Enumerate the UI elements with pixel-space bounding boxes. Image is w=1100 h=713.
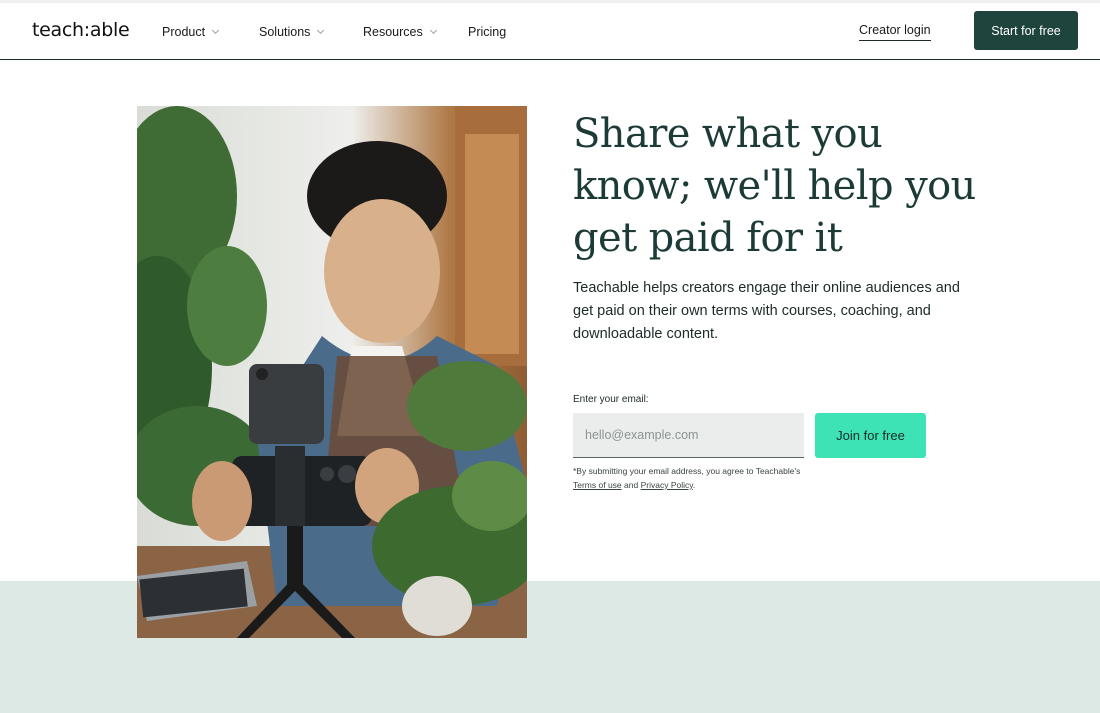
disclaimer-suffix: . — [692, 480, 696, 490]
disclaimer-and: and — [624, 480, 639, 490]
nav-pricing[interactable]: Pricing — [468, 25, 506, 39]
email-disclaimer: *By submitting your email address, you a… — [573, 464, 803, 492]
chevron-down-icon — [212, 26, 220, 34]
email-input[interactable] — [573, 413, 804, 458]
nav-solutions-label: Solutions — [259, 25, 311, 39]
nav-product-label: Product — [162, 25, 206, 39]
terms-of-use-link[interactable]: Terms of use — [573, 480, 622, 490]
nav-pricing-label: Pricing — [468, 25, 507, 39]
nav-product[interactable]: Product — [162, 25, 220, 39]
hero-photo — [137, 106, 527, 638]
nav-resources-label: Resources — [363, 25, 423, 39]
email-label: Enter your email: — [573, 394, 649, 405]
top-nav: teach:able Product Solutions Resources P… — [0, 3, 1100, 60]
chevron-down-icon — [429, 26, 437, 34]
start-for-free-button[interactable]: Start for free — [974, 11, 1078, 50]
teachable-logo[interactable]: teach:able — [32, 19, 130, 41]
hero-headline: Share what you know; we'll help you get … — [573, 111, 976, 261]
hero-subheadline: Teachable helps creators engage their on… — [573, 280, 960, 342]
chevron-down-icon — [317, 26, 325, 34]
creator-login-link[interactable]: Creator login — [859, 23, 931, 41]
nav-resources[interactable]: Resources — [363, 25, 437, 39]
join-for-free-button[interactable]: Join for free — [815, 413, 926, 458]
disclaimer-prefix: *By submitting your email address, you a… — [573, 466, 801, 476]
privacy-policy-link[interactable]: Privacy Policy — [641, 480, 693, 490]
nav-solutions[interactable]: Solutions — [259, 25, 325, 39]
